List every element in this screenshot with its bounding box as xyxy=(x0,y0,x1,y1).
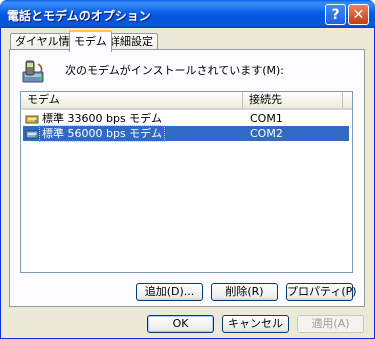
modem-icon xyxy=(25,130,39,139)
remove-button[interactable]: 削除(R) xyxy=(211,283,278,301)
window-title: 電話とモデムのオプション xyxy=(7,9,151,23)
close-button[interactable]: ✕ xyxy=(348,4,369,25)
modem-icon xyxy=(25,115,39,124)
modem-name: 標準 56000 bps モデム xyxy=(39,125,165,142)
modem-name: 標準 33600 bps モデム xyxy=(42,112,162,125)
modem-list[interactable]: モデム 接続先 標準 33600 bps モデム COM1 標準 56000 b… xyxy=(20,91,353,273)
list-item[interactable]: 標準 33600 bps モデム COM1 xyxy=(23,111,349,126)
phone-modem-icon xyxy=(22,60,44,83)
column-header-modem[interactable]: モデム xyxy=(21,92,243,108)
dialog-window: 電話とモデムのオプション ? ✕ ダイヤル情報 モデム 詳細設定 次のモデムがイ… xyxy=(0,0,375,339)
help-button[interactable]: ? xyxy=(325,4,346,25)
tab-modems[interactable]: モデム xyxy=(69,30,112,52)
cancel-button[interactable]: キャンセル xyxy=(222,315,289,333)
installed-modems-label: 次のモデムがインストールされています(M): xyxy=(65,64,285,77)
tab-advanced[interactable]: 詳細設定 xyxy=(104,33,158,50)
column-header-port[interactable]: 接続先 xyxy=(243,92,343,108)
modem-port: COM1 xyxy=(250,112,283,125)
ok-button[interactable]: OK xyxy=(147,315,214,333)
apply-button[interactable]: 適用(A) xyxy=(297,315,364,333)
list-header: モデム 接続先 xyxy=(21,92,352,110)
title-bar[interactable]: 電話とモデムのオプション ? ✕ xyxy=(0,0,375,28)
list-item[interactable]: 標準 56000 bps モデム COM2 xyxy=(23,125,349,142)
modems-panel: 次のモデムがインストールされています(M): モデム 接続先 標準 33600 … xyxy=(9,49,365,307)
add-button[interactable]: 追加(D)... xyxy=(136,283,203,301)
properties-button[interactable]: プロパティ(P) xyxy=(286,283,357,301)
modem-port: COM2 xyxy=(250,127,283,140)
